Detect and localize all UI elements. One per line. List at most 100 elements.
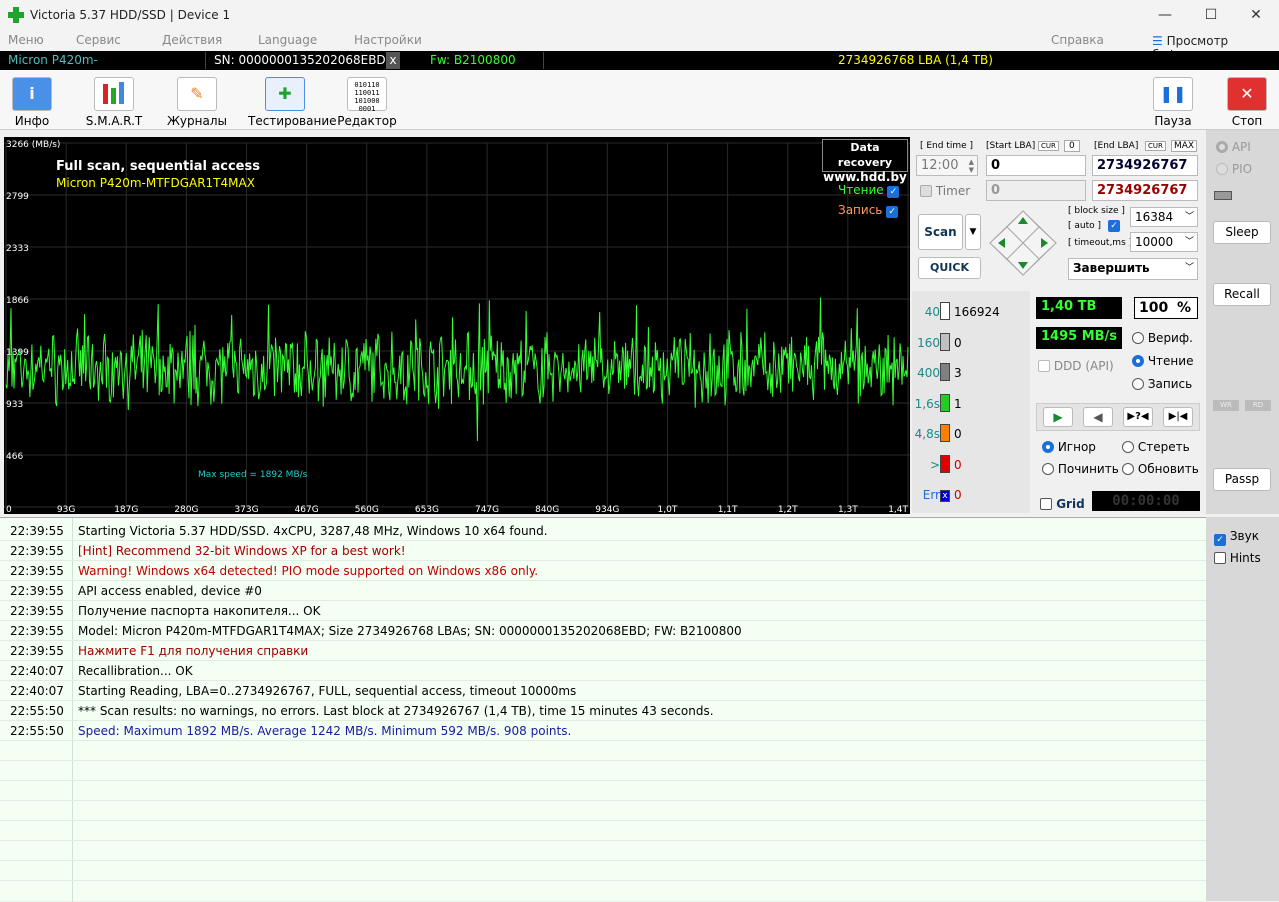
- verify-radio[interactable]: [1132, 332, 1144, 344]
- block-5-swatch: [940, 454, 950, 473]
- smart-button[interactable]: S.M.A.R.T: [78, 74, 150, 130]
- log-time: 22:39:55: [10, 604, 64, 618]
- timeout-select[interactable]: 10000 ﹀: [1130, 232, 1198, 252]
- log-row[interactable]: 22:40:07 Recallibration... OK: [0, 661, 1206, 681]
- scan-button[interactable]: Scan: [918, 214, 963, 250]
- sound-checkbox[interactable]: ✓: [1214, 534, 1226, 546]
- log-row[interactable]: 22:39:55 Warning! Windows x64 detected! P…: [0, 561, 1206, 581]
- log-row[interactable]: 22:39:55 Starting Victoria 5.37 HDD/SSD. …: [0, 521, 1206, 541]
- block-1-label: 160: [917, 335, 940, 350]
- close-icon[interactable]: ✕: [1233, 0, 1279, 31]
- write-option[interactable]: Запись: [1132, 377, 1192, 391]
- recall-button[interactable]: Recall: [1213, 283, 1271, 306]
- legend-write-checkbox[interactable]: ✓: [886, 206, 899, 218]
- pio-radio[interactable]: [1216, 163, 1228, 175]
- quick-button[interactable]: QUICK: [918, 257, 981, 279]
- ignore-radio[interactable]: [1042, 441, 1054, 453]
- legend-read-label: Чтение: [838, 183, 884, 197]
- timer-checkbox[interactable]: [920, 185, 932, 197]
- log-row[interactable]: 22:39:55 API access enabled, device #0: [0, 581, 1206, 601]
- device-serial: SN: 0000000135202068EBD: [214, 53, 386, 67]
- max-button[interactable]: MAX: [1171, 140, 1198, 152]
- sleep-button[interactable]: Sleep: [1213, 221, 1271, 244]
- legend-read[interactable]: Чтение ✓: [838, 183, 900, 198]
- device-close-button[interactable]: x: [386, 52, 400, 69]
- menu-item-menu[interactable]: Меню: [8, 33, 44, 47]
- maximize-icon[interactable]: ☐: [1188, 0, 1234, 31]
- grid-option[interactable]: Grid: [1040, 497, 1085, 511]
- block-size-select[interactable]: 16384 ﹀: [1130, 207, 1198, 227]
- grid-checkbox[interactable]: [1040, 498, 1052, 510]
- log-message: [Hint] Recommend 32-bit Windows XP for a…: [78, 544, 406, 558]
- testing-button[interactable]: ✚ Тестирование: [248, 74, 337, 130]
- hints-option[interactable]: Hints: [1214, 551, 1261, 565]
- ddd-checkbox[interactable]: [1038, 360, 1050, 372]
- direction-pad-icon[interactable]: [988, 209, 1058, 277]
- butterfly-icon[interactable]: ▶|◀: [1163, 407, 1193, 427]
- end-lba-input[interactable]: 2734926767: [1092, 155, 1198, 176]
- stop-button[interactable]: ✕ Стоп: [1211, 74, 1279, 130]
- legend-read-checkbox[interactable]: ✓: [887, 186, 900, 198]
- hints-checkbox[interactable]: [1214, 552, 1226, 564]
- refresh-radio[interactable]: [1122, 463, 1134, 475]
- progress-percent: 100%: [1134, 297, 1198, 319]
- sound-option[interactable]: ✓ Звук: [1214, 529, 1259, 546]
- minimize-icon[interactable]: —: [1142, 0, 1188, 31]
- testing-label: Тестирование: [248, 114, 337, 128]
- play-icon[interactable]: ▶: [1043, 407, 1073, 427]
- end-time-input[interactable]: 12:00 ▲ ▼: [916, 155, 978, 176]
- window-title: Victoria 5.37 HDD/SSD | Device 1: [30, 8, 231, 22]
- event-log[interactable]: 22:39:55 Starting Victoria 5.37 HDD/SSD. …: [0, 517, 1206, 902]
- api-option[interactable]: API: [1216, 140, 1251, 154]
- journals-button[interactable]: ✎ Журналы: [161, 74, 233, 130]
- menu-item-actions[interactable]: Действия: [162, 33, 222, 47]
- log-row-empty: [0, 801, 1206, 821]
- repair-option[interactable]: Починить: [1042, 462, 1119, 476]
- verify-option[interactable]: Вериф.: [1132, 331, 1193, 345]
- menu-item-settings[interactable]: Настройки: [354, 33, 422, 47]
- pause-button[interactable]: ❚❚ Пауза: [1137, 74, 1209, 130]
- scan-dropdown-icon[interactable]: ▼: [965, 214, 981, 250]
- refresh-option[interactable]: Обновить: [1122, 462, 1199, 476]
- info-button[interactable]: i Инфо: [0, 74, 68, 130]
- ignore-option[interactable]: Игнор: [1042, 440, 1096, 454]
- pio-option[interactable]: PIO: [1216, 162, 1252, 176]
- ddd-option[interactable]: DDD (API): [1038, 359, 1114, 373]
- elapsed-time: 00:00:00: [1092, 491, 1200, 511]
- timer-input[interactable]: 0: [986, 180, 1086, 201]
- log-row[interactable]: 22:39:55 [Hint] Recommend 32-bit Windows …: [0, 541, 1206, 561]
- menu-item-language[interactable]: Language: [258, 33, 317, 47]
- device-lba: 2734926768 LBA (1,4 TB): [838, 53, 993, 67]
- finish-action-select[interactable]: Завершить ﹀: [1068, 258, 1198, 280]
- stop-label: Стоп: [1231, 114, 1263, 128]
- read-option[interactable]: Чтение: [1132, 354, 1193, 368]
- timer-toggle[interactable]: Timer: [920, 184, 970, 198]
- legend-write[interactable]: Запись ✓: [838, 203, 899, 218]
- device-info-bar: Micron P420m-MTFDGAR1T4MAX SN: 000000013…: [0, 51, 1279, 84]
- passport-button[interactable]: Passp: [1213, 468, 1271, 491]
- log-row[interactable]: 22:39:55 Model: Micron P420m-MTFDGAR1T4MA…: [0, 621, 1206, 641]
- api-radio[interactable]: [1216, 141, 1228, 153]
- log-row[interactable]: 22:39:55 Нажмите F1 для получения справки: [0, 641, 1206, 661]
- write-radio[interactable]: [1132, 378, 1144, 390]
- log-row[interactable]: 22:39:55 Получение паспорта накопителя...…: [0, 601, 1206, 621]
- editor-button[interactable]: 010110 110011 101000 0001 Редактор: [331, 74, 403, 130]
- log-rows: 22:39:55 Starting Victoria 5.37 HDD/SSD. …: [0, 521, 1206, 881]
- write-label: Запись: [1147, 377, 1193, 391]
- auto-checkbox[interactable]: ✓: [1108, 220, 1120, 232]
- menu-item-help[interactable]: Справка: [1051, 33, 1104, 47]
- pause-label: Пауза: [1154, 114, 1192, 128]
- start-lba-input[interactable]: 0: [986, 155, 1086, 176]
- end-lba-input-2[interactable]: 2734926767: [1092, 180, 1198, 201]
- log-row[interactable]: 22:55:50 *** Scan results: no warnings, n…: [0, 701, 1206, 721]
- random-seek-icon[interactable]: ▶?◀: [1123, 407, 1153, 427]
- back-icon[interactable]: ◀: [1083, 407, 1113, 427]
- menu-item-service[interactable]: Сервис: [76, 33, 121, 47]
- erase-radio[interactable]: [1122, 441, 1134, 453]
- erase-option[interactable]: Стереть: [1122, 440, 1190, 454]
- repair-radio[interactable]: [1042, 463, 1054, 475]
- device-model[interactable]: Micron P420m-MTFDGAR1T4MAX: [4, 52, 206, 84]
- log-row[interactable]: 22:55:50 Speed: Maximum 1892 MB/s. Averag…: [0, 721, 1206, 741]
- read-radio[interactable]: [1132, 355, 1144, 367]
- log-row[interactable]: 22:40:07 Starting Reading, LBA=0..2734926…: [0, 681, 1206, 701]
